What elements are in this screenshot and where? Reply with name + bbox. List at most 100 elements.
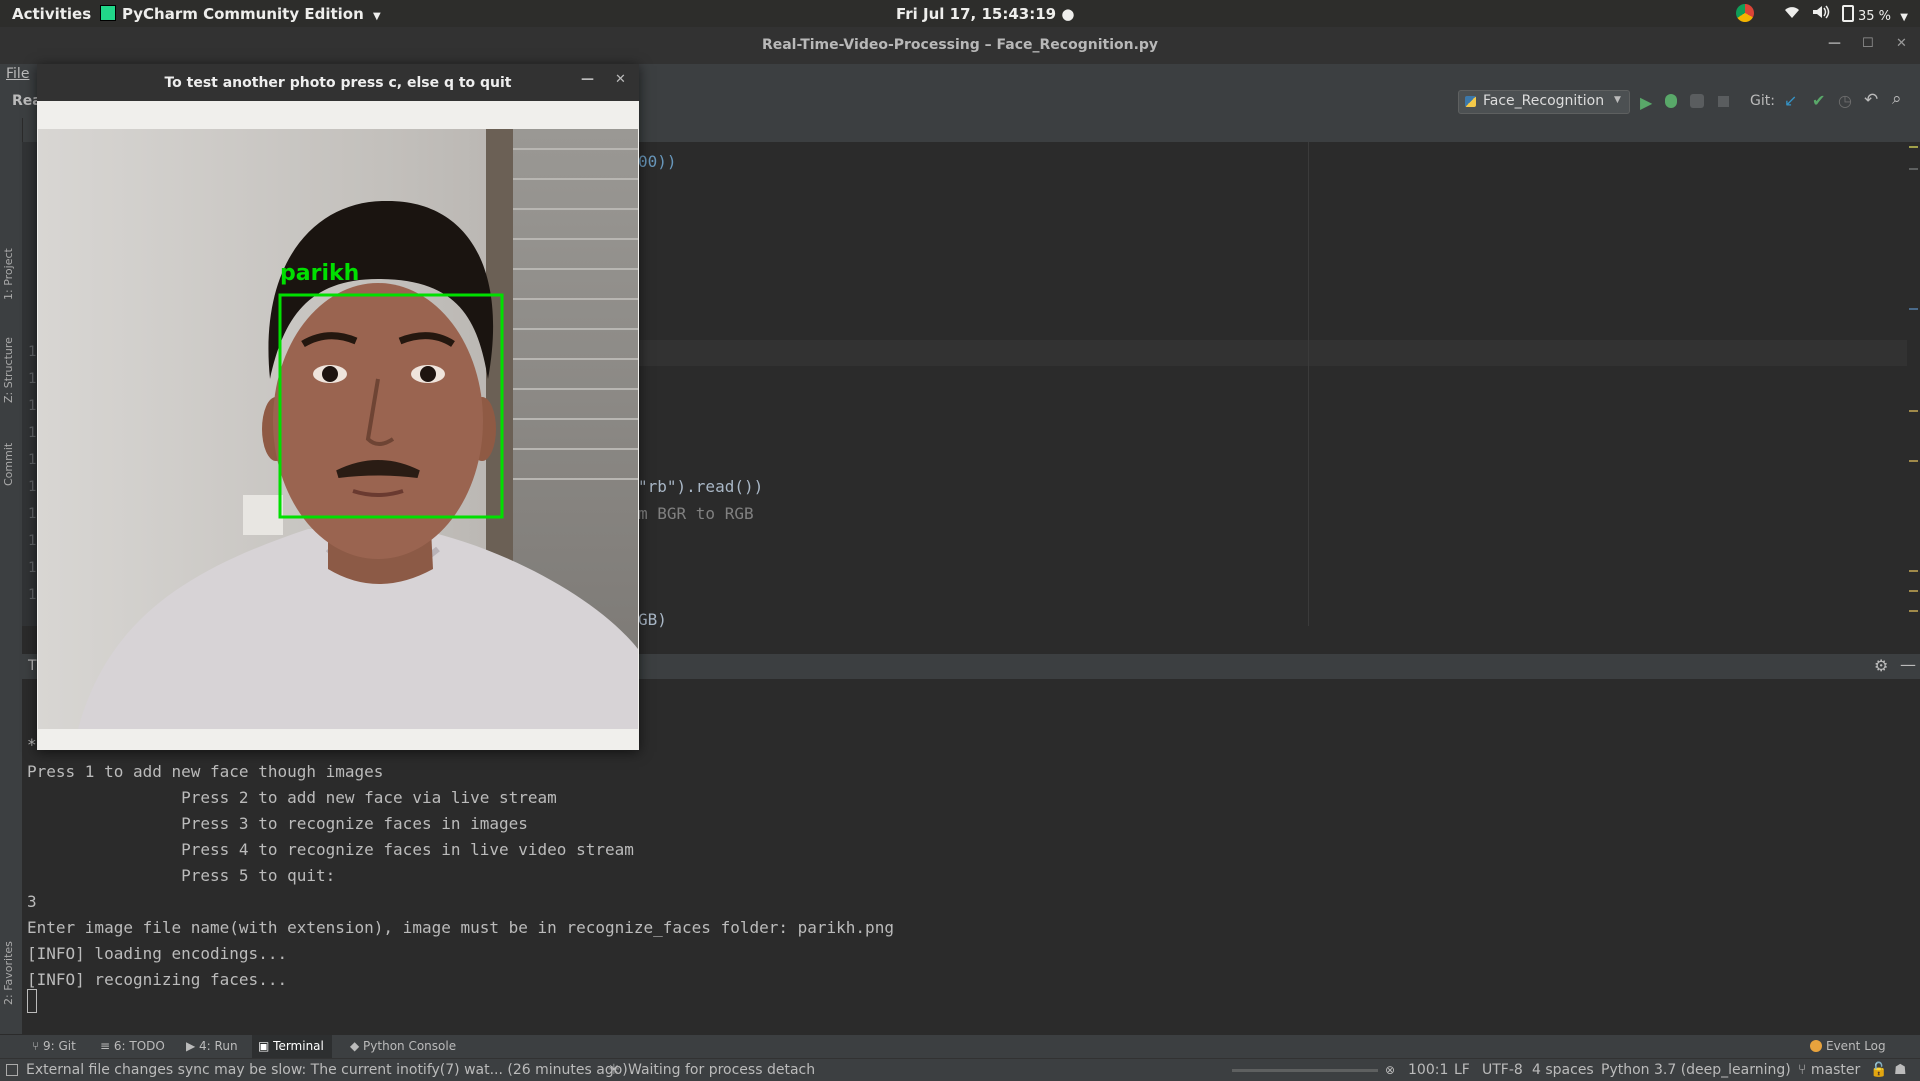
indent-setting[interactable]: 4 spaces [1532, 1062, 1594, 1078]
tab-label: 9: Git [43, 1039, 76, 1053]
error-stripe[interactable] [1907, 142, 1920, 626]
right-margin-guide [1308, 142, 1309, 626]
chevron-down-icon: ▼ [373, 11, 381, 22]
code-line: GB) [638, 610, 667, 629]
python-interpreter[interactable]: Python 3.7 (deep_learning) [1601, 1062, 1791, 1078]
stripe-marker[interactable] [1909, 146, 1918, 148]
tab-label: 4: Run [199, 1039, 238, 1053]
tab-run[interactable]: ▶ 4: Run [186, 1039, 238, 1053]
terminal-line: Press 1 to add new face though images [27, 762, 384, 781]
tool-window-tabs: ⑂ 9: Git ≡ 6: TODO ▶ 4: Run ▣ Terminal ◆… [0, 1035, 1920, 1058]
chevron-down-icon: ▼ [1900, 12, 1908, 23]
gear-icon[interactable]: ⚙ [1874, 656, 1888, 675]
event-log-button[interactable]: Event Log [1810, 1039, 1886, 1053]
git-branch[interactable]: ⑂ master [1798, 1062, 1860, 1078]
git-label: Git: [1750, 93, 1775, 109]
terminal-line: [INFO] loading encodings... [27, 944, 288, 963]
line-number: 1 [28, 371, 37, 387]
tool-window-project[interactable]: 1: Project [2, 248, 15, 300]
face-name-label: parikh [280, 261, 360, 286]
minimize-icon[interactable]: — [1828, 36, 1841, 51]
tool-window-structure[interactable]: Z: Structure [2, 337, 15, 403]
stop-icon[interactable] [1718, 96, 1729, 107]
minimize-icon[interactable]: — [581, 72, 594, 87]
status-message[interactable]: External file changes sync may be slow: … [26, 1062, 628, 1078]
coverage-icon[interactable] [1690, 94, 1704, 108]
tab-git[interactable]: ⑂ 9: Git [32, 1039, 76, 1053]
progress-bar [1232, 1069, 1378, 1072]
maximize-icon[interactable]: ☐ [1862, 36, 1874, 51]
opencv-image-window[interactable]: To test another photo press c, else q to… [37, 64, 639, 750]
line-number: 1 [28, 506, 37, 522]
stripe-marker[interactable] [1909, 308, 1918, 310]
stripe-marker[interactable] [1909, 460, 1918, 462]
cv-window-titlebar[interactable]: To test another photo press c, else q to… [37, 64, 639, 101]
code-comment: m BGR to RGB [638, 504, 754, 523]
cv-window-title: To test another photo press c, else q to… [164, 75, 512, 91]
inspector-icon[interactable]: ☗ [1894, 1062, 1907, 1078]
stripe-marker[interactable] [1909, 168, 1918, 170]
tab-label: Terminal [273, 1039, 324, 1053]
code-line: 00)) [638, 152, 677, 171]
wifi-icon[interactable] [1784, 5, 1800, 23]
toggle-tool-windows-icon[interactable] [6, 1064, 18, 1076]
app-name: PyCharm Community Edition [122, 5, 364, 23]
cancel-process-icon[interactable]: ⊗ [1385, 1063, 1395, 1077]
history-icon[interactable]: ◷ [1838, 91, 1852, 110]
stripe-marker[interactable] [1909, 410, 1918, 412]
terminal-line: Press 2 to add new face via live stream [27, 788, 557, 807]
terminal-panel-title[interactable]: T [28, 658, 37, 674]
terminal-line: [INFO] recognizing faces... [27, 970, 288, 989]
line-number: 1 [28, 587, 37, 603]
process-status[interactable]: Waiting for process detach [628, 1062, 815, 1078]
search-icon[interactable]: ⌕ [1892, 89, 1902, 109]
app-menu[interactable]: PyCharm Community Edition ▼ [100, 5, 381, 23]
debug-icon[interactable] [1665, 94, 1677, 108]
activities-button[interactable]: Activities [12, 5, 91, 23]
tab-python-console[interactable]: ◆ Python Console [350, 1039, 456, 1053]
tool-window-commit[interactable]: Commit [2, 443, 15, 486]
run-config-select[interactable]: Face_Recognition ▼ [1458, 90, 1630, 114]
pycharm-app-icon [100, 5, 116, 21]
tab-label: 6: TODO [113, 1039, 165, 1053]
clock[interactable]: Fri Jul 17, 15:43:19 ● [896, 5, 1074, 23]
tool-window-favorites[interactable]: 2: Favorites [2, 941, 15, 1005]
battery-indicator[interactable]: 35 % ▼ [1842, 5, 1908, 24]
rollback-icon[interactable]: ↶ [1864, 90, 1878, 110]
terminal-line: Press 5 to quit: [27, 866, 336, 885]
event-log-label: Event Log [1826, 1039, 1886, 1053]
menu-file[interactable]: File [6, 66, 29, 82]
battery-percent: 35 % [1858, 9, 1892, 24]
close-icon[interactable]: ✕ [1896, 36, 1907, 51]
chrome-indicator-icon[interactable] [1736, 4, 1754, 22]
close-icon[interactable]: ✕ [615, 72, 626, 87]
tab-terminal[interactable]: ▣ Terminal [252, 1035, 332, 1058]
line-separator[interactable]: LF [1454, 1062, 1470, 1078]
stripe-marker[interactable] [1909, 590, 1918, 592]
terminal-icon: ▣ [258, 1039, 274, 1053]
volume-icon[interactable] [1812, 5, 1830, 23]
branch-icon: ⑂ [1798, 1062, 1811, 1078]
git-commit-icon[interactable]: ✔ [1812, 91, 1825, 110]
line-number: 1 [28, 452, 37, 468]
tab-label: Python Console [363, 1039, 457, 1053]
git-update-icon[interactable]: ↙ [1784, 91, 1797, 110]
lock-icon[interactable]: 🔓 [1870, 1062, 1887, 1078]
file-encoding[interactable]: UTF-8 [1482, 1062, 1523, 1078]
hide-panel-icon[interactable]: — [1900, 655, 1916, 674]
event-log-icon [1810, 1040, 1822, 1052]
line-number: 1 [28, 398, 37, 414]
line-number: 1 [28, 344, 37, 360]
spinner-icon: ✳ [608, 1062, 620, 1078]
window-titlebar[interactable]: Real-Time-Video-Processing – Face_Recogn… [0, 27, 1920, 64]
stripe-marker[interactable] [1909, 610, 1918, 612]
notification-dot-icon: ● [1061, 5, 1075, 23]
line-number: 1 [28, 479, 37, 495]
caret-position[interactable]: 100:1 [1408, 1062, 1448, 1078]
stripe-marker[interactable] [1909, 570, 1918, 572]
status-bar: External file changes sync may be slow: … [0, 1058, 1920, 1081]
python-icon [1465, 96, 1476, 107]
run-icon[interactable]: ▶ [1640, 93, 1652, 112]
tab-todo[interactable]: ≡ 6: TODO [100, 1039, 165, 1053]
terminal-line: Press 3 to recognize faces in images [27, 814, 528, 833]
